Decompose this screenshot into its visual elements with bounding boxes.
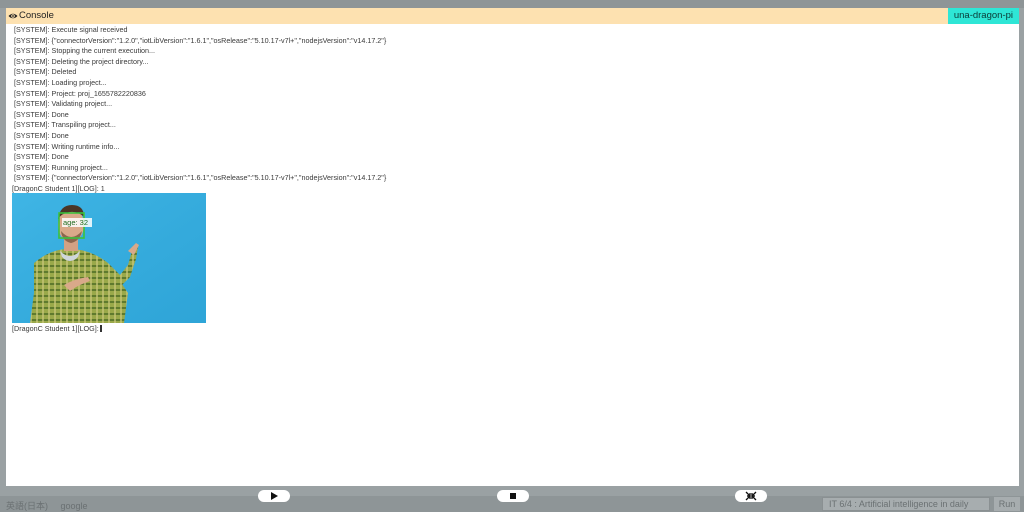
console-title: Console [19,10,54,21]
log-line: [SYSTEM]: Stopping the current execution… [14,46,156,56]
background-lesson-select: IT 6/4 : Artificial intelligence in dail… [822,497,990,511]
console-log: [SYSTEM]: Execute signal received [SYSTE… [12,25,1012,195]
log-line-student-text: [DragonC Student 1][LOG]: [12,324,99,333]
log-line: [SYSTEM]: {"connectorVersion":"1.2.0","i… [14,35,387,45]
eye-icon[interactable] [8,11,18,21]
log-line: [SYSTEM]: Validating project... [14,99,113,109]
stop-button[interactable] [497,490,529,502]
background-run-button: Run [994,497,1020,511]
log-line: [SYSTEM]: {"connectorVersion":"1.2.0","i… [14,173,387,183]
collapse-button[interactable] [735,490,767,502]
background-bottom-left: 英語(日本) google [6,499,98,511]
play-icon [271,492,278,500]
device-badge: una-dragon-pi [947,8,1019,24]
log-line: [SYSTEM]: Execute signal received [14,25,128,34]
log-line: [SYSTEM]: Transpiling project... [14,120,116,130]
face-detection-image: age: 32 [12,193,206,323]
console-panel: Console una-dragon-pi [SYSTEM]: Execute … [6,8,1019,486]
text-cursor [99,325,102,332]
bg-search-label: google [60,501,88,511]
background-top-strip [0,0,1024,8]
log-line: [SYSTEM]: Loading project... [14,77,107,87]
collapse-icon [745,491,757,501]
bg-language-label: 英語(日本) [6,501,48,511]
play-button[interactable] [258,490,290,502]
log-line: [SYSTEM]: Project: proj_1655782220836 [14,88,146,98]
console-header: Console una-dragon-pi [6,8,1019,24]
log-line: [SYSTEM]: Deleting the project directory… [14,56,149,66]
log-line: [SYSTEM]: Writing runtime info... [14,141,120,151]
log-line: [SYSTEM]: Running project... [14,162,108,172]
log-line: [SYSTEM]: Deleted [14,67,77,77]
log-line: [SYSTEM]: Done [14,109,69,119]
log-line: [SYSTEM]: Done [14,130,69,140]
log-line: [SYSTEM]: Done [14,152,69,162]
stop-icon [510,493,516,499]
detection-label: age: 32 [63,218,88,227]
log-line-student-current: [DragonC Student 1][LOG]: [12,324,102,335]
